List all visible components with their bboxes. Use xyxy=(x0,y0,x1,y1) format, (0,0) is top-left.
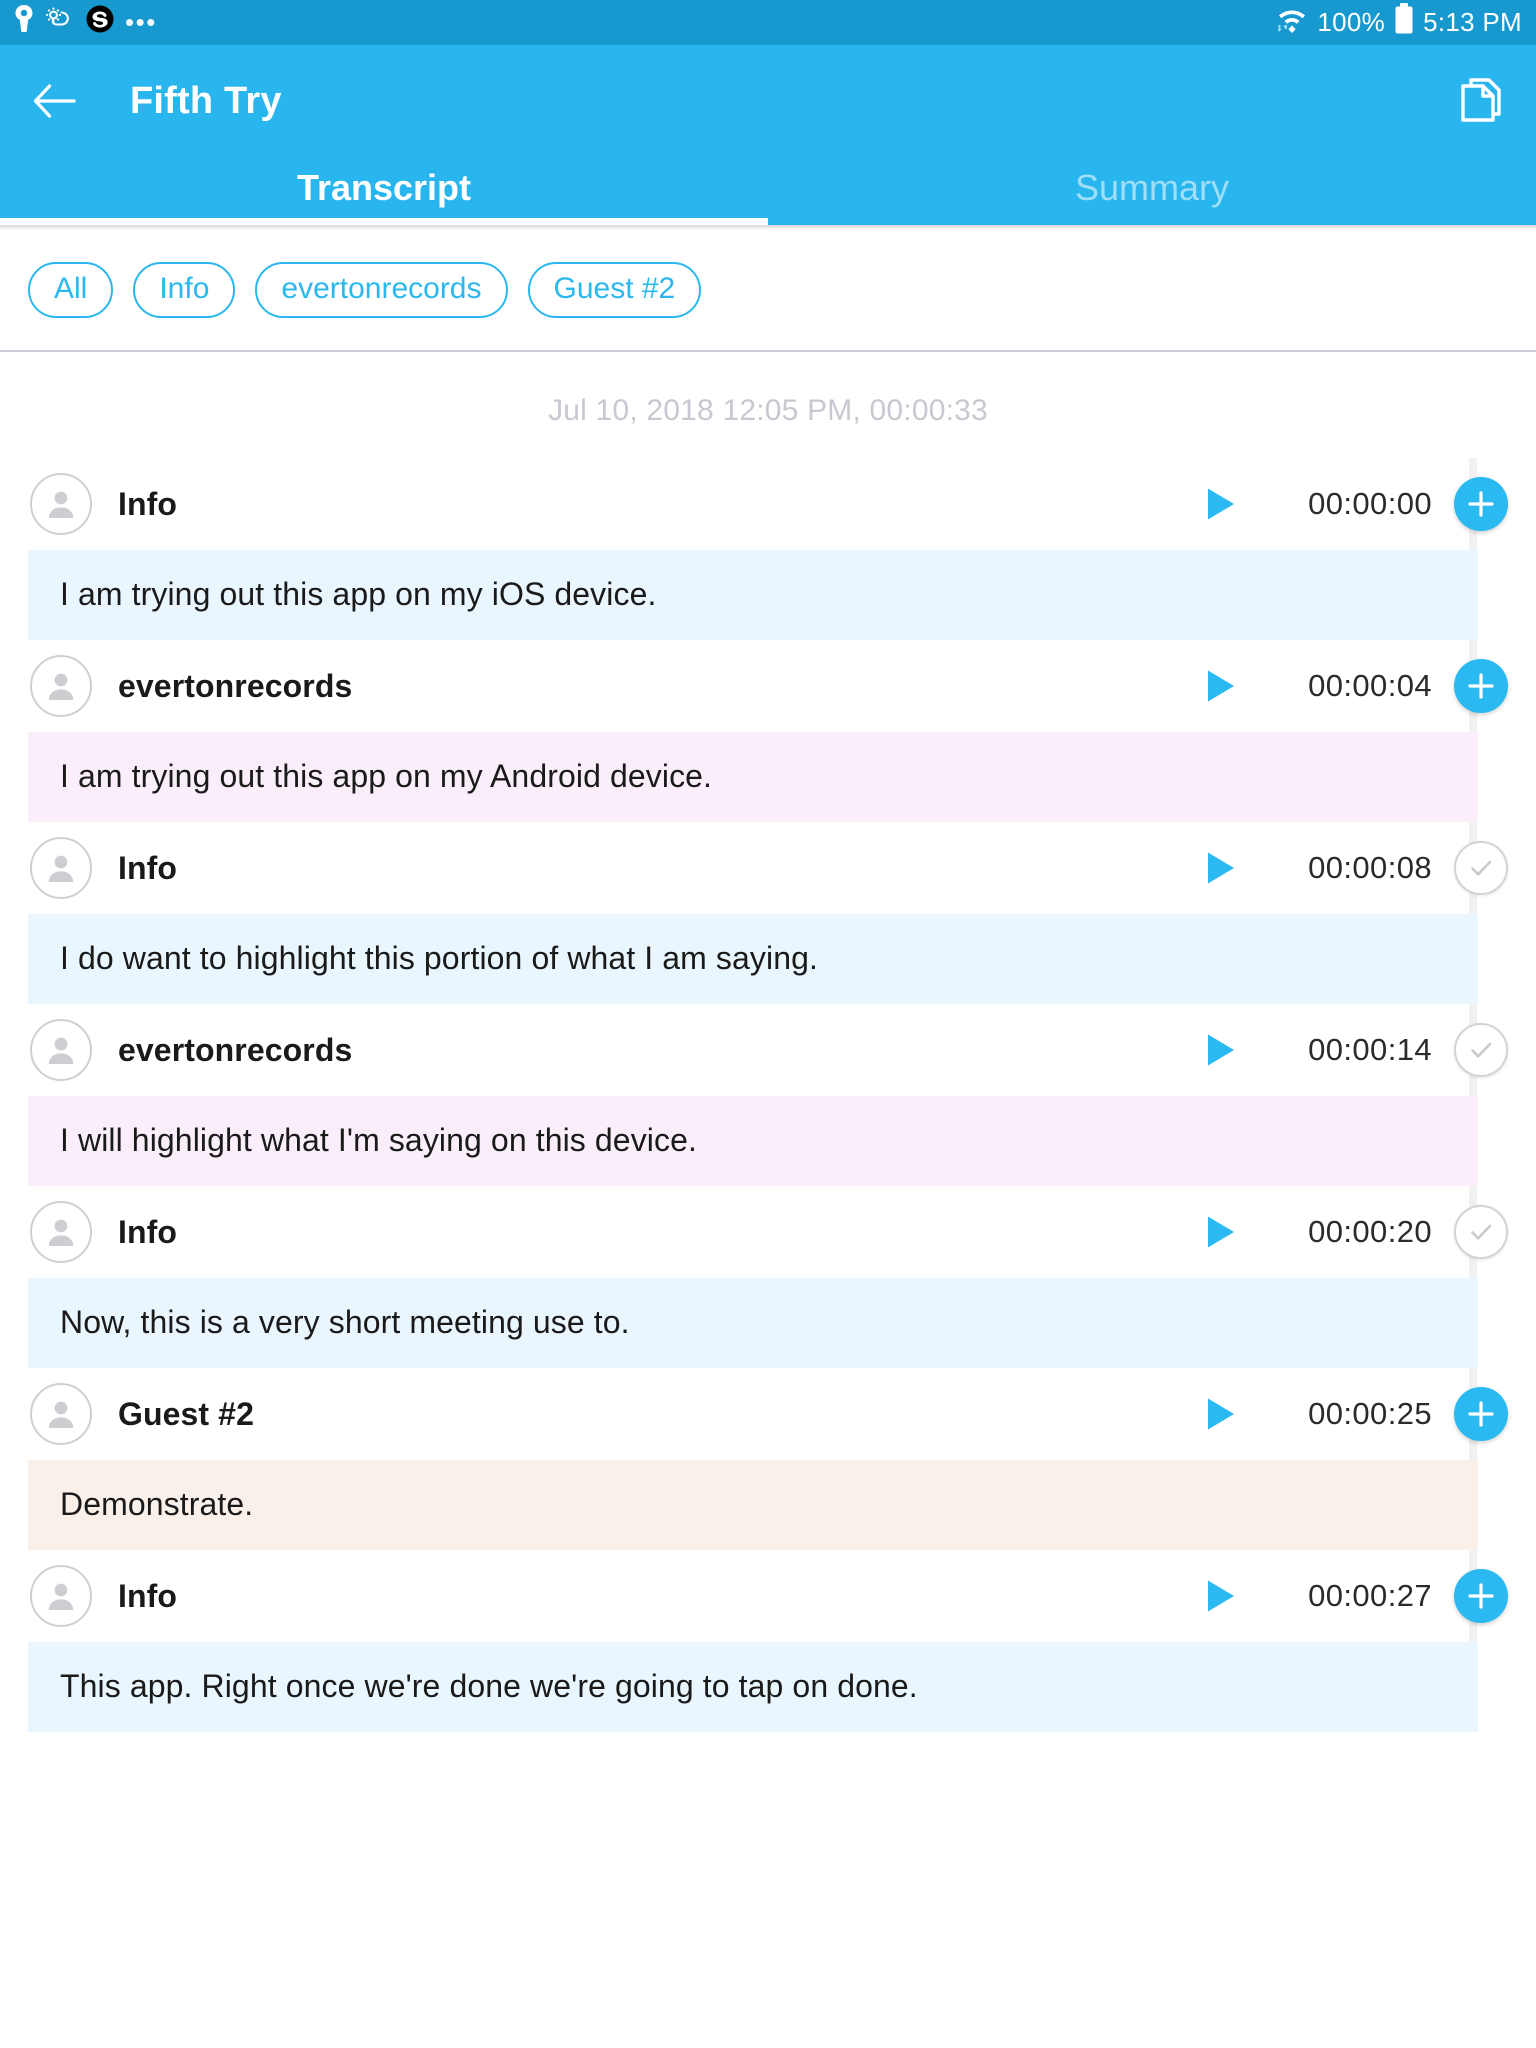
tab-summary[interactable]: Summary xyxy=(768,157,1536,225)
entry-timestamp: 00:00:08 xyxy=(1256,850,1432,886)
transcript-text[interactable]: I do want to highlight this portion of w… xyxy=(28,914,1478,1004)
add-highlight-button[interactable] xyxy=(1454,1569,1508,1623)
play-icon[interactable] xyxy=(1200,1575,1242,1617)
speaker-name: Info xyxy=(118,1214,177,1251)
add-highlight-button[interactable] xyxy=(1454,1387,1508,1441)
battery-icon xyxy=(1394,3,1414,42)
transcript-entry-header: Info 00:00:27 xyxy=(0,1550,1536,1642)
transcript-text[interactable]: Now, this is a very short meeting use to… xyxy=(28,1278,1478,1368)
entry-timestamp: 00:00:14 xyxy=(1256,1032,1432,1068)
avatar xyxy=(30,1019,92,1081)
entry-controls: 00:00:00 xyxy=(1200,477,1536,531)
location-pin-icon xyxy=(14,5,34,40)
transcript-date-header: Jul 10, 2018 12:05 PM, 00:00:33 xyxy=(0,352,1536,458)
transcript-text[interactable]: Demonstrate. xyxy=(28,1460,1478,1550)
speaker-name: Guest #2 xyxy=(118,1396,254,1433)
entry-timestamp: 00:00:27 xyxy=(1256,1578,1432,1614)
transcript-text[interactable]: I will highlight what I'm saying on this… xyxy=(28,1096,1478,1186)
avatar xyxy=(30,1565,92,1627)
transcript-entry: evertonrecords 00:00:14 I will highlight w… xyxy=(0,1004,1536,1186)
transcript-entry-header: Info 00:00:08 xyxy=(0,822,1536,914)
entry-controls: 00:00:08 xyxy=(1200,841,1536,895)
transcript-list[interactable]: Info 00:00:00 I am trying out this app on … xyxy=(0,458,1536,1732)
transcript-entry-header: Guest #2 00:00:25 xyxy=(0,1368,1536,1460)
add-highlight-button[interactable] xyxy=(1454,477,1508,531)
filter-chip-all[interactable]: All xyxy=(28,262,113,318)
status-bar: ••• 100% 5:13 PM xyxy=(0,0,1536,45)
back-button[interactable] xyxy=(26,73,82,129)
entry-controls: 00:00:14 xyxy=(1200,1023,1536,1077)
page-title: Fifth Try xyxy=(130,82,282,120)
transcript-entry: Info 00:00:08 I do want to highlight this … xyxy=(0,822,1536,1004)
status-bar-right: 100% 5:13 PM xyxy=(1276,3,1522,42)
transcript-text[interactable]: This app. Right once we're done we're go… xyxy=(28,1642,1478,1732)
transcript-entry-header: Info 00:00:00 xyxy=(0,458,1536,550)
filter-chip-evertonrecords[interactable]: evertonrecords xyxy=(255,262,507,318)
transcript-entry: Info 00:00:20 Now, this is a very short me… xyxy=(0,1186,1536,1368)
highlight-done-button[interactable] xyxy=(1454,1023,1508,1077)
speaker-name: Info xyxy=(118,850,177,887)
transcript-entry-header: Info 00:00:20 xyxy=(0,1186,1536,1278)
battery-percent-label: 100% xyxy=(1317,7,1385,38)
status-bar-left-icons: ••• xyxy=(14,5,157,40)
skype-icon xyxy=(86,5,114,40)
play-icon[interactable] xyxy=(1200,1211,1242,1253)
highlight-done-button[interactable] xyxy=(1454,1205,1508,1259)
avatar xyxy=(30,1383,92,1445)
speaker-name: evertonrecords xyxy=(118,1032,352,1069)
play-icon[interactable] xyxy=(1200,665,1242,707)
copy-document-icon[interactable] xyxy=(1452,72,1510,130)
play-icon[interactable] xyxy=(1200,1029,1242,1071)
play-icon[interactable] xyxy=(1200,1393,1242,1435)
speaker-name: Info xyxy=(118,486,177,523)
wifi-icon xyxy=(1276,4,1308,41)
entry-controls: 00:00:25 xyxy=(1200,1387,1536,1441)
app-bar: Fifth Try Transcript Summary xyxy=(0,45,1536,225)
speaker-name: evertonrecords xyxy=(118,668,352,705)
transcript-entry: Guest #2 00:00:25 Demonstrate. xyxy=(0,1368,1536,1550)
transcript-entry-header: evertonrecords 00:00:04 xyxy=(0,640,1536,732)
transcript-text[interactable]: I am trying out this app on my iOS devic… xyxy=(28,550,1478,640)
transcript-text[interactable]: I am trying out this app on my Android d… xyxy=(28,732,1478,822)
entry-timestamp: 00:00:25 xyxy=(1256,1396,1432,1432)
entry-timestamp: 00:00:00 xyxy=(1256,486,1432,522)
entry-controls: 00:00:04 xyxy=(1200,659,1536,713)
entry-controls: 00:00:27 xyxy=(1200,1569,1536,1623)
clock-label: 5:13 PM xyxy=(1423,7,1522,38)
transcript-entry: Info 00:00:27 This app. Right once we're d… xyxy=(0,1550,1536,1732)
app-screen: ••• 100% 5:13 PM Fi xyxy=(0,0,1536,2048)
avatar xyxy=(30,473,92,535)
filter-chip-info[interactable]: Info xyxy=(133,262,235,318)
highlight-done-button[interactable] xyxy=(1454,841,1508,895)
play-icon[interactable] xyxy=(1200,847,1242,889)
entry-timestamp: 00:00:04 xyxy=(1256,668,1432,704)
speaker-name: Info xyxy=(118,1578,177,1615)
app-bar-top: Fifth Try xyxy=(0,45,1536,157)
avatar xyxy=(30,837,92,899)
tab-transcript[interactable]: Transcript xyxy=(0,157,768,225)
transcript-entry: Info 00:00:00 I am trying out this app on … xyxy=(0,458,1536,640)
tab-active-indicator xyxy=(0,218,768,225)
transcript-entry-header: evertonrecords 00:00:14 xyxy=(0,1004,1536,1096)
tab-bar: Transcript Summary xyxy=(0,157,1536,225)
entry-timestamp: 00:00:20 xyxy=(1256,1214,1432,1250)
status-more-icon: ••• xyxy=(125,15,157,31)
weather-icon xyxy=(45,6,75,39)
play-icon[interactable] xyxy=(1200,483,1242,525)
filter-chip-guest-2[interactable]: Guest #2 xyxy=(528,262,702,318)
transcript-entry: evertonrecords 00:00:04 I am trying out th… xyxy=(0,640,1536,822)
add-highlight-button[interactable] xyxy=(1454,659,1508,713)
entry-controls: 00:00:20 xyxy=(1200,1205,1536,1259)
avatar xyxy=(30,655,92,717)
filter-chip-row: All Info evertonrecords Guest #2 xyxy=(0,230,1536,352)
avatar xyxy=(30,1201,92,1263)
